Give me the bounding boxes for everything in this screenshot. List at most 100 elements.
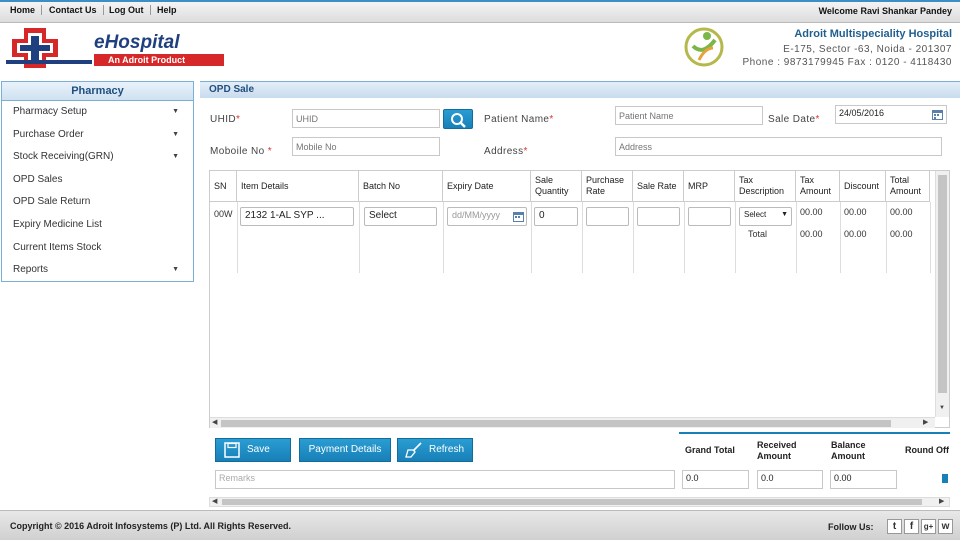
scroll-left-arrow-icon[interactable]: ◀ bbox=[212, 497, 217, 505]
received-amount-label: Received Amount bbox=[757, 440, 797, 461]
balance-amount-field: 0.00 bbox=[830, 470, 897, 489]
total-discount: 00.00 bbox=[844, 229, 867, 239]
welcome-text: Welcome Ravi Shankar Pandey bbox=[818, 6, 952, 16]
hospital-logo-icon bbox=[683, 26, 725, 68]
batch-select[interactable]: Select bbox=[364, 207, 437, 226]
sidebar: Pharmacy Pharmacy Setup ▼ Purchase Order ▼… bbox=[1, 81, 194, 282]
page-horizontal-scrollbar[interactable]: ◀ ▶ bbox=[209, 497, 950, 507]
top-nav-bar: Home Contact Us Log Out Help Welcome Rav… bbox=[0, 0, 960, 23]
logo-text: eHospital bbox=[94, 32, 180, 53]
sidebar-item-label: OPD Sales bbox=[13, 173, 63, 185]
col-header-tax-amount: Tax Amount bbox=[796, 171, 840, 202]
scroll-left-arrow-icon[interactable]: ◀ bbox=[212, 418, 217, 426]
purchase-rate-input[interactable] bbox=[586, 207, 629, 226]
sale-date-label: Sale Date* bbox=[768, 114, 820, 125]
expiry-date-input[interactable]: dd/MM/yyyy bbox=[447, 207, 527, 226]
vertical-scrollbar[interactable]: ▼ bbox=[935, 171, 949, 417]
header: eHospital An Adroit Product Adroit Multi… bbox=[0, 24, 960, 76]
sale-date-input[interactable]: 24/05/2016 bbox=[835, 105, 947, 124]
page-scroll-thumb[interactable] bbox=[222, 499, 922, 505]
logo-tagline: An Adroit Product bbox=[94, 54, 224, 66]
remarks-placeholder: Remarks bbox=[219, 473, 256, 483]
address-label: Address* bbox=[484, 146, 528, 157]
sale-rate-input[interactable] bbox=[637, 207, 680, 226]
col-header-sn: SN bbox=[210, 171, 237, 202]
col-header-purchase-rate: Purchase Rate bbox=[582, 171, 633, 202]
payment-details-button[interactable]: Payment Details bbox=[299, 438, 391, 462]
nav-logout-link[interactable]: Log Out bbox=[103, 5, 151, 15]
col-header-sale-rate: Sale Rate bbox=[633, 171, 684, 202]
sidebar-item-label: OPD Sale Return bbox=[13, 196, 91, 208]
sidebar-item-label: Reports bbox=[13, 264, 49, 276]
patient-name-label: Patient Name* bbox=[484, 114, 554, 125]
follow-us-label: Follow Us: bbox=[828, 522, 874, 532]
hospital-phone: Phone : 9873179945 Fax : 0120 - 4118430 bbox=[742, 57, 952, 68]
caret-down-icon: ▼ bbox=[172, 108, 179, 115]
horizontal-scroll-thumb[interactable] bbox=[221, 420, 891, 427]
received-amount-field[interactable]: 0.0 bbox=[757, 470, 823, 489]
item-details-input[interactable]: 2132 1-AL SYP ... bbox=[240, 207, 354, 226]
nav-home-link[interactable]: Home bbox=[4, 5, 43, 15]
col-header-expiry: Expiry Date bbox=[443, 171, 531, 202]
remarks-input[interactable]: Remarks bbox=[215, 470, 675, 489]
grand-total-field: 0.0 bbox=[682, 470, 749, 489]
sidebar-item-reports[interactable]: Reports ▼ bbox=[2, 259, 193, 282]
expiry-date-placeholder: dd/MM/yyyy bbox=[452, 210, 501, 220]
nav-contact-link[interactable]: Contact Us bbox=[43, 5, 104, 15]
grand-total-label: Grand Total bbox=[685, 445, 735, 455]
round-off-label: Round Off bbox=[905, 445, 949, 455]
sidebar-item-current-stock[interactable]: Current Items Stock bbox=[2, 237, 193, 260]
col-header-tax-desc: Tax Description bbox=[735, 171, 796, 202]
sidebar-item-opd-sales[interactable]: OPD Sales bbox=[2, 169, 193, 192]
mrp-input[interactable] bbox=[688, 207, 731, 226]
scroll-right-arrow-icon[interactable]: ▶ bbox=[923, 418, 928, 426]
patient-name-input[interactable] bbox=[615, 106, 763, 125]
row-total: 00.00 bbox=[890, 207, 913, 217]
sale-quantity-input[interactable]: 0 bbox=[534, 207, 578, 226]
scroll-right-arrow-icon[interactable]: ▶ bbox=[939, 497, 944, 505]
refresh-button[interactable]: Refresh bbox=[397, 438, 473, 462]
save-button[interactable]: Save bbox=[215, 438, 291, 462]
mobile-input[interactable] bbox=[292, 137, 440, 156]
uhid-label: UHID* bbox=[210, 114, 241, 125]
sidebar-item-purchase-order[interactable]: Purchase Order ▼ bbox=[2, 124, 193, 147]
nav-help-link[interactable]: Help bbox=[151, 5, 183, 15]
calendar-icon[interactable] bbox=[932, 109, 943, 122]
col-header-sale-qty: Sale Quantity bbox=[531, 171, 582, 202]
row-tax-amount: 00.00 bbox=[800, 207, 823, 217]
col-header-batch: Batch No bbox=[359, 171, 443, 202]
address-input[interactable] bbox=[615, 137, 942, 156]
col-header-total: Total Amount bbox=[886, 171, 930, 202]
sidebar-item-opd-sale-return[interactable]: OPD Sale Return bbox=[2, 191, 193, 214]
caret-down-icon: ▼ bbox=[172, 130, 179, 138]
col-header-discount: Discount bbox=[840, 171, 886, 202]
row-sn: 00W bbox=[214, 209, 233, 219]
sidebar-item-pharmacy-setup[interactable]: Pharmacy Setup ▼ bbox=[2, 101, 193, 124]
sidebar-item-stock-receiving[interactable]: Stock Receiving(GRN) ▼ bbox=[2, 146, 193, 169]
ehospital-logo-icon bbox=[4, 24, 94, 70]
tax-desc-select[interactable]: Select ▼ bbox=[739, 207, 792, 226]
round-off-checkbox[interactable] bbox=[942, 474, 948, 483]
vertical-scroll-thumb[interactable] bbox=[938, 175, 947, 393]
summary-divider bbox=[679, 432, 950, 434]
twitter-icon[interactable]: t bbox=[887, 519, 902, 534]
sidebar-item-expiry-medicine[interactable]: Expiry Medicine List bbox=[2, 214, 193, 237]
search-button[interactable] bbox=[443, 109, 473, 129]
sidebar-item-label: Stock Receiving(GRN) bbox=[13, 151, 114, 163]
sale-items-table: SN Item Details Batch No Expiry Date Sal… bbox=[209, 170, 950, 428]
calendar-icon[interactable] bbox=[513, 211, 524, 224]
row-discount: 00.00 bbox=[844, 207, 867, 217]
wordpress-icon[interactable]: w bbox=[938, 519, 953, 534]
total-tax-amount: 00.00 bbox=[800, 229, 823, 239]
item-details-value: 2132 1-AL SYP ... bbox=[245, 210, 325, 221]
uhid-input[interactable] bbox=[292, 109, 440, 128]
save-icon bbox=[224, 442, 240, 467]
scroll-down-arrow-icon[interactable]: ▼ bbox=[939, 405, 945, 411]
facebook-icon[interactable]: f bbox=[904, 519, 919, 534]
batch-select-value: Select bbox=[369, 210, 397, 221]
caret-down-icon: ▼ bbox=[172, 153, 179, 161]
horizontal-scrollbar[interactable]: ◀ ▶ bbox=[210, 417, 935, 428]
total-amount: 00.00 bbox=[890, 229, 913, 239]
footer: Copyright © 2016 Adroit Infosystems (P) … bbox=[0, 510, 960, 540]
google-plus-icon[interactable]: g+ bbox=[921, 519, 936, 534]
